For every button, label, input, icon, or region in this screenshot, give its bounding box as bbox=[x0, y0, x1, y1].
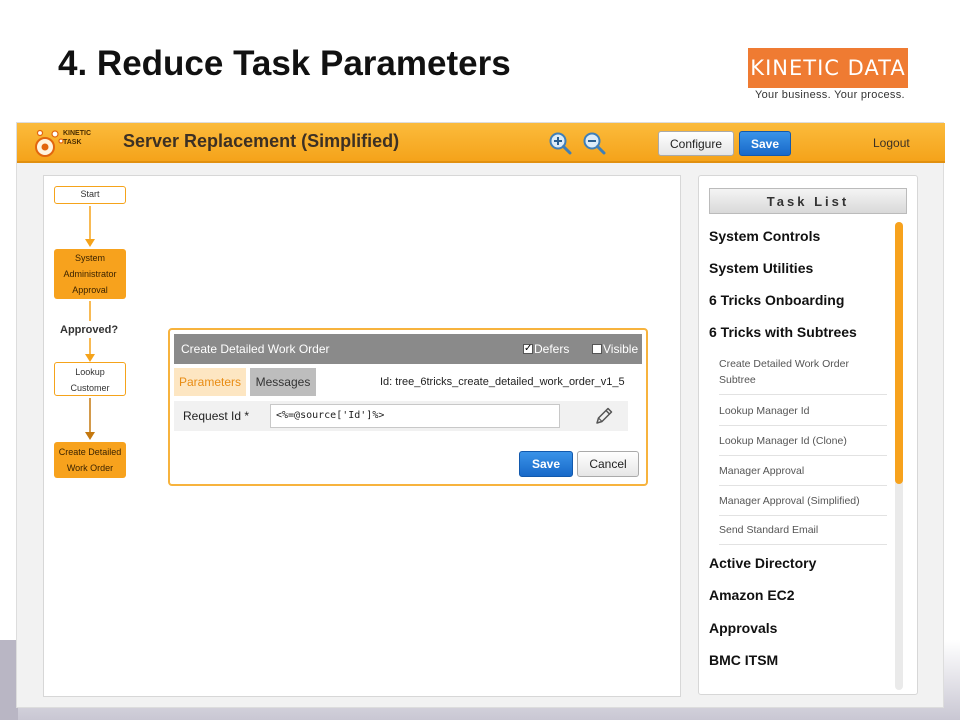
node-line: Create Detailed bbox=[58, 447, 122, 457]
kinetic-data-logo: KINETIC DATA bbox=[748, 48, 908, 88]
node-line: Lookup bbox=[75, 367, 105, 377]
dialog-cancel-button[interactable]: Cancel bbox=[577, 451, 639, 477]
workflow-canvas[interactable]: Start System Administrator Approval Appr… bbox=[43, 175, 681, 697]
node-lookup-customer[interactable]: Lookup Customer bbox=[54, 362, 126, 396]
checkbox-unchecked-icon[interactable] bbox=[592, 344, 602, 354]
node-line: Approval bbox=[72, 285, 108, 295]
tree-title: Server Replacement (Simplified) bbox=[123, 131, 400, 151]
request-id-label: Request Id * bbox=[183, 409, 250, 423]
task-item[interactable]: Lookup Manager Id bbox=[719, 403, 887, 426]
visible-label: Visible bbox=[603, 342, 639, 356]
category-6-tricks-with-subtrees[interactable]: 6 Tricks with Subtrees bbox=[709, 324, 857, 340]
task-item[interactable]: Manager Approval (Simplified) bbox=[719, 493, 887, 516]
arrowhead-1 bbox=[85, 239, 95, 247]
save-button[interactable]: Save bbox=[739, 131, 791, 156]
arrowhead-3 bbox=[85, 432, 95, 440]
task-list-header: Task List bbox=[709, 188, 907, 214]
dialog-header: Create Detailed Work Order ✓ Defers Visi… bbox=[174, 334, 642, 364]
node-line: System bbox=[74, 253, 105, 263]
task-list-scrollbar-thumb[interactable] bbox=[895, 222, 903, 484]
parameter-row: Request Id * <%=@source['Id']%> bbox=[174, 401, 628, 431]
task-item[interactable]: Send Standard Email bbox=[719, 522, 887, 545]
task-item[interactable]: Lookup Manager Id (Clone) bbox=[719, 433, 887, 456]
task-list-panel: Task List System Controls System Utiliti… bbox=[698, 175, 918, 695]
slide: 4. Reduce Task Parameters KINETIC DATA Y… bbox=[0, 0, 960, 720]
node-line: Customer bbox=[70, 383, 110, 393]
dialog-title: Create Detailed Work Order bbox=[181, 342, 330, 356]
visible-checkbox[interactable]: Visible bbox=[592, 342, 638, 356]
category-system-controls[interactable]: System Controls bbox=[709, 228, 820, 244]
dialog-save-button[interactable]: Save bbox=[519, 451, 573, 477]
pencil-icon[interactable] bbox=[593, 405, 615, 427]
task-item[interactable]: Manager Approval bbox=[719, 463, 887, 486]
defers-checkbox[interactable]: ✓ Defers bbox=[523, 342, 569, 356]
logo-tagline: Your business. Your process. bbox=[755, 89, 905, 101]
logout-link[interactable]: Logout bbox=[873, 136, 910, 150]
task-item[interactable]: Create Detailed Work Order Subtree bbox=[719, 356, 887, 395]
category-bmc-itsm[interactable]: BMC ITSM bbox=[709, 652, 778, 668]
node-create-detailed-work-order[interactable]: Create Detailed Work Order bbox=[54, 442, 126, 478]
kinetic-task-logo-text: KINETIC TASK bbox=[63, 129, 91, 147]
logo-line-2: TASK bbox=[63, 139, 82, 146]
node-id-text: Id: tree_6tricks_create_detailed_work_or… bbox=[380, 376, 625, 388]
slide-title: 4. Reduce Task Parameters bbox=[58, 44, 511, 83]
tab-messages[interactable]: Messages bbox=[250, 368, 316, 396]
arrowhead-2 bbox=[85, 354, 95, 362]
node-system-administrator-approval[interactable]: System Administrator Approval bbox=[54, 249, 126, 299]
zoom-out-icon[interactable] bbox=[582, 131, 606, 155]
logo-line-1: KINETIC bbox=[63, 130, 91, 137]
node-properties-dialog: Create Detailed Work Order ✓ Defers Visi… bbox=[168, 328, 648, 486]
category-approvals[interactable]: Approvals bbox=[709, 620, 777, 636]
category-active-directory[interactable]: Active Directory bbox=[709, 555, 816, 571]
zoom-in-icon[interactable] bbox=[548, 131, 572, 155]
node-start[interactable]: Start bbox=[54, 186, 126, 204]
tab-parameters[interactable]: Parameters bbox=[174, 368, 246, 396]
request-id-input[interactable]: <%=@source['Id']%> bbox=[270, 404, 560, 428]
kinetic-task-logo-icon bbox=[35, 129, 64, 157]
node-line: Administrator bbox=[63, 269, 117, 279]
connector-label-approved: Approved? bbox=[60, 324, 119, 336]
app-window: KINETIC TASK Server Replacement (Simplif… bbox=[16, 122, 945, 708]
configure-button[interactable]: Configure bbox=[658, 131, 734, 156]
category-amazon-ec2[interactable]: Amazon EC2 bbox=[709, 587, 795, 603]
app-header: KINETIC TASK Server Replacement (Simplif… bbox=[17, 123, 945, 163]
node-line: Work Order bbox=[66, 463, 114, 473]
category-6-tricks-onboarding[interactable]: 6 Tricks Onboarding bbox=[709, 292, 844, 308]
defers-label: Defers bbox=[534, 342, 570, 356]
category-system-utilities[interactable]: System Utilities bbox=[709, 260, 813, 276]
checkbox-checked-icon[interactable]: ✓ bbox=[523, 344, 533, 354]
